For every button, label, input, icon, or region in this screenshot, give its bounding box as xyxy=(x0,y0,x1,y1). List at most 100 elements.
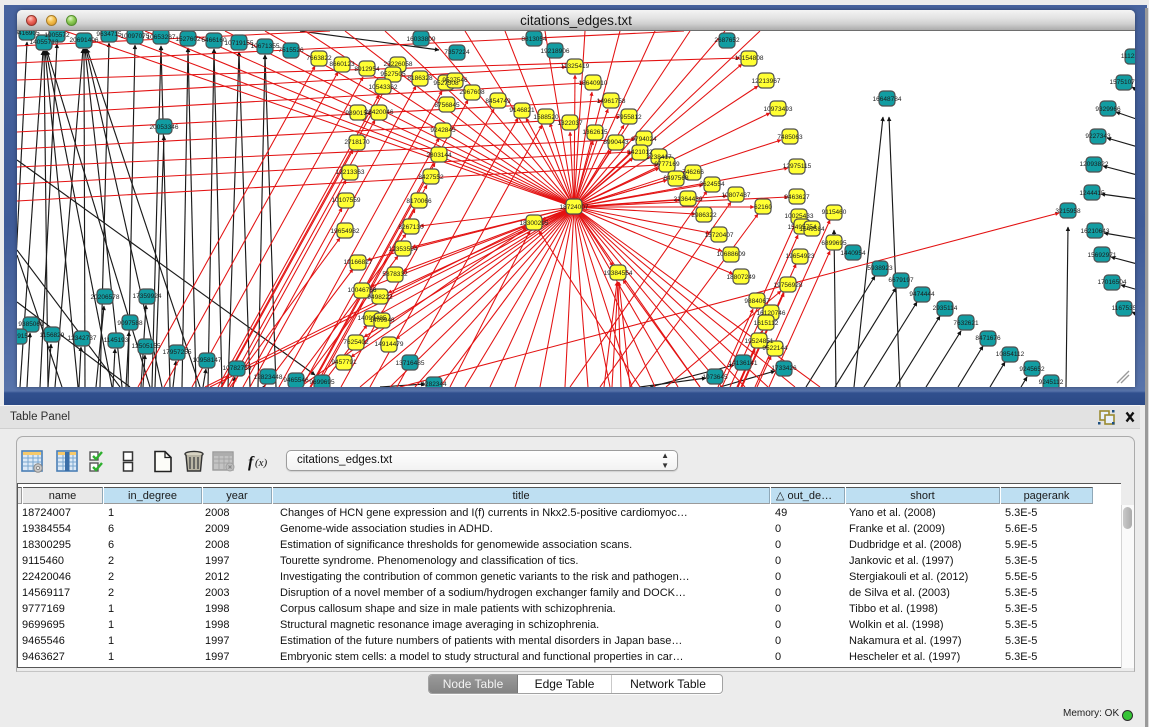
svg-text:10719155: 10719155 xyxy=(225,40,254,47)
svg-text:9245652: 9245652 xyxy=(1019,366,1045,373)
svg-text:9416905: 9416905 xyxy=(17,31,40,37)
svg-text:17016504: 17016504 xyxy=(1098,279,1127,286)
svg-text:9385061: 9385061 xyxy=(18,321,44,328)
svg-text:9527505: 9527505 xyxy=(380,71,406,78)
svg-text:16210643: 16210643 xyxy=(1081,228,1110,235)
svg-text:6497568: 6497568 xyxy=(663,175,689,182)
svg-text:9463627: 9463627 xyxy=(784,194,810,201)
svg-text:10958147: 10958147 xyxy=(193,357,222,364)
svg-text:9884067: 9884067 xyxy=(744,298,770,305)
svg-text:7357224: 7357224 xyxy=(444,49,470,56)
svg-text:8912954: 8912954 xyxy=(354,66,380,73)
svg-text:1440954: 1440954 xyxy=(840,250,866,257)
svg-text:6466160: 6466160 xyxy=(201,37,227,44)
svg-text:9699695: 9699695 xyxy=(309,379,335,386)
svg-text:5938923: 5938923 xyxy=(867,265,893,272)
svg-text:7515526: 7515526 xyxy=(278,47,304,54)
svg-text:19756928: 19756928 xyxy=(774,282,803,289)
svg-text:14136141: 14136141 xyxy=(729,360,758,367)
svg-text:10807487: 10807487 xyxy=(722,192,751,199)
svg-text:8267130: 8267130 xyxy=(398,224,424,231)
svg-text:10782759: 10782759 xyxy=(223,365,252,372)
svg-text:8471676: 8471676 xyxy=(975,335,1001,342)
svg-text:1112345: 1112345 xyxy=(1121,53,1135,60)
svg-text:1322037: 1322037 xyxy=(557,120,583,127)
svg-text:23226058: 23226058 xyxy=(384,61,413,68)
svg-text:10653287: 10653287 xyxy=(147,34,176,41)
svg-text:2718170: 2718170 xyxy=(344,139,370,146)
svg-text:20691406: 20691406 xyxy=(70,37,99,44)
svg-text:1549584: 1549584 xyxy=(799,226,825,233)
svg-text:2935114: 2935114 xyxy=(933,305,958,312)
svg-text:1615112: 1615112 xyxy=(754,320,779,327)
svg-text:18724007: 18724007 xyxy=(560,204,589,211)
svg-text:13716485: 13716485 xyxy=(396,360,425,367)
svg-text:8186328: 8186328 xyxy=(407,75,433,82)
svg-text:9527546: 9527546 xyxy=(442,77,468,84)
svg-text:9890154: 9890154 xyxy=(345,110,371,117)
svg-text:9239154: 9239154 xyxy=(17,333,32,340)
svg-text:14055713: 14055713 xyxy=(30,39,59,46)
svg-text:8170066: 8170066 xyxy=(406,198,432,205)
svg-text:10154808: 10154808 xyxy=(735,55,764,62)
svg-text:2967608: 2967608 xyxy=(459,89,485,96)
svg-text:12353594: 12353594 xyxy=(389,246,418,253)
svg-text:9115460: 9115460 xyxy=(822,209,847,216)
svg-text:19166827: 19166827 xyxy=(344,259,373,266)
svg-text:9242845: 9242845 xyxy=(430,127,456,134)
svg-text:12213363: 12213363 xyxy=(336,169,365,176)
svg-text:7625402: 7625402 xyxy=(343,339,369,346)
svg-text:8756845: 8756845 xyxy=(434,102,460,109)
svg-text:10046786: 10046786 xyxy=(348,287,377,294)
svg-text:17359924: 17359924 xyxy=(133,293,162,300)
svg-text:2803144: 2803144 xyxy=(426,152,452,159)
svg-text:1527602: 1527602 xyxy=(175,36,201,43)
svg-text:10671355: 10671355 xyxy=(251,43,280,50)
svg-text:9794024: 9794024 xyxy=(631,136,657,143)
svg-text:10973493: 10973493 xyxy=(764,106,793,113)
svg-text:9457791: 9457791 xyxy=(331,359,357,366)
svg-text:1282344: 1282344 xyxy=(421,381,447,387)
svg-text:10025433: 10025433 xyxy=(785,213,814,220)
svg-text:18640910: 18640910 xyxy=(579,80,608,87)
svg-text:12342737: 12342737 xyxy=(68,335,97,342)
svg-text:14961758: 14961758 xyxy=(597,98,626,105)
svg-text:10688609: 10688609 xyxy=(717,251,746,258)
svg-text:1145193: 1145193 xyxy=(104,337,129,344)
svg-text:19654982: 19654982 xyxy=(331,228,360,235)
svg-text:9777169: 9777169 xyxy=(654,161,680,168)
svg-text:3215958: 3215958 xyxy=(1055,208,1081,215)
svg-text:3624554: 3624554 xyxy=(699,181,725,188)
svg-text:10107559: 10107559 xyxy=(332,197,361,204)
svg-text:6899695: 6899695 xyxy=(821,240,847,247)
svg-text:1362615: 1362615 xyxy=(582,129,608,136)
svg-text:21364436: 21364436 xyxy=(674,196,703,203)
svg-text:9097588: 9097588 xyxy=(117,320,143,327)
svg-text:9634715: 9634715 xyxy=(96,31,122,38)
svg-text:20206578: 20206578 xyxy=(91,294,120,301)
svg-text:2687652: 2687652 xyxy=(714,37,740,44)
svg-text:12213967: 12213967 xyxy=(752,78,781,85)
svg-text:62160: 62160 xyxy=(754,204,772,211)
svg-text:10543362: 10543362 xyxy=(369,84,398,91)
svg-text:2986322: 2986322 xyxy=(691,212,717,219)
svg-text:1905572: 1905572 xyxy=(44,32,70,39)
svg-text:16033809: 16033809 xyxy=(407,36,436,43)
svg-text:20053346: 20053346 xyxy=(150,124,179,131)
svg-text:2238417: 2238417 xyxy=(646,154,672,161)
svg-text:9146821: 9146821 xyxy=(509,107,535,114)
svg-text:1588520: 1588520 xyxy=(533,114,559,121)
svg-text:8427552: 8427552 xyxy=(418,174,444,181)
svg-text:12975115: 12975115 xyxy=(783,163,812,170)
svg-text:9329966: 9329966 xyxy=(1095,106,1121,113)
svg-text:7632621: 7632621 xyxy=(953,320,979,327)
svg-text:10097075: 10097075 xyxy=(121,33,150,40)
svg-text:1156829: 1156829 xyxy=(40,332,65,339)
svg-text:f: f xyxy=(248,454,255,471)
svg-text:5878332: 5878332 xyxy=(382,271,408,278)
svg-text:7485063: 7485063 xyxy=(777,134,803,141)
svg-text:11325419: 11325419 xyxy=(561,63,590,70)
svg-text:19218906: 19218906 xyxy=(541,48,570,55)
svg-text:9498222: 9498222 xyxy=(367,294,393,301)
svg-text:1073645: 1073645 xyxy=(702,374,728,381)
